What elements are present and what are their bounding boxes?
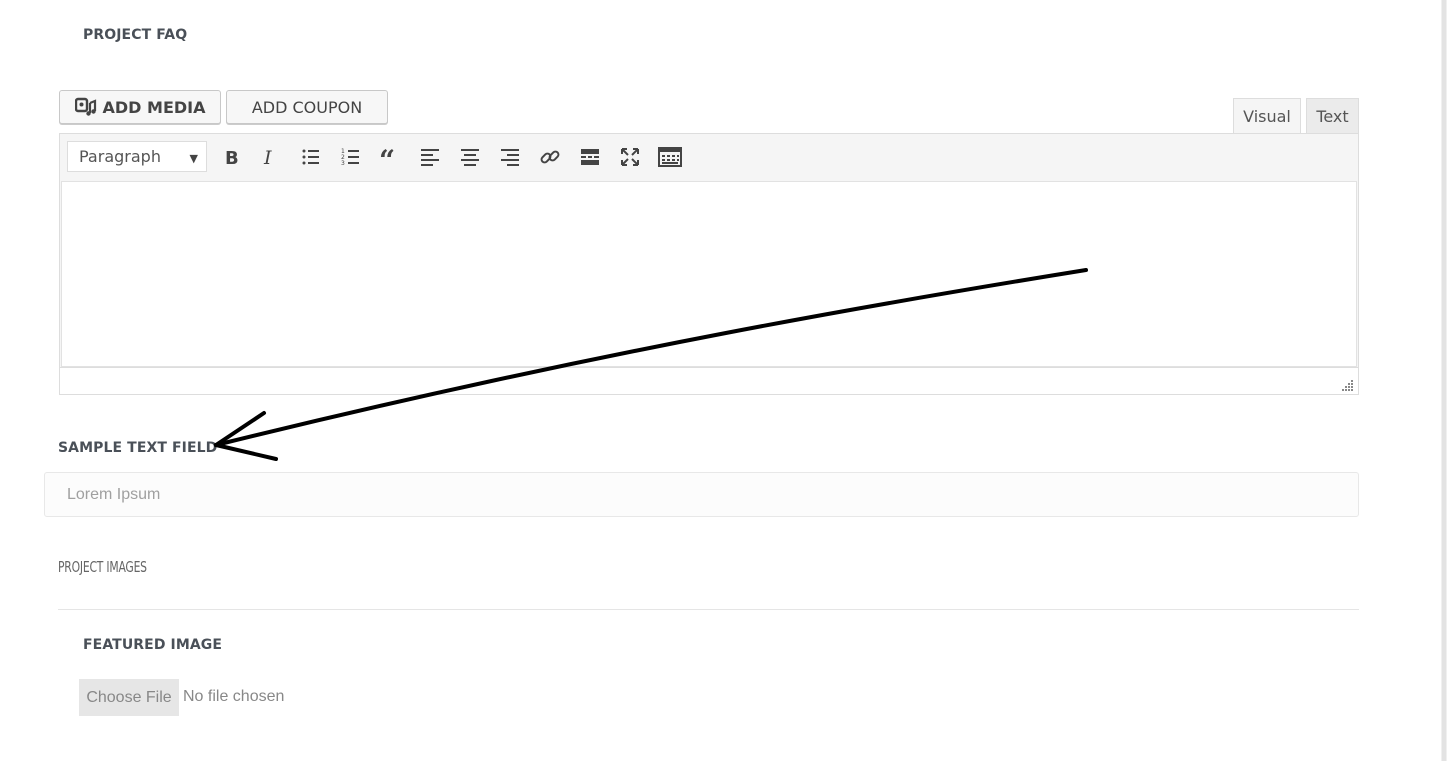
tab-text[interactable]: Text [1306, 98, 1359, 134]
italic-button[interactable]: I [257, 144, 283, 170]
align-left-button[interactable] [417, 144, 443, 170]
blockquote-button[interactable]: “ [377, 144, 403, 170]
sample-text-input[interactable] [44, 472, 1359, 517]
featured-image-heading: FEATURED IMAGE [83, 637, 223, 653]
svg-text:B: B [225, 148, 239, 167]
italic-icon: I [263, 147, 272, 167]
link-button[interactable] [537, 144, 563, 170]
page-scrollbar[interactable] [1441, 0, 1447, 761]
rich-text-editor: Paragraph ▼ B I 1 2 3 “ [59, 133, 1359, 395]
svg-text:“: “ [379, 147, 395, 167]
svg-text:3: 3 [341, 160, 345, 167]
file-status-text: No file chosen [183, 688, 285, 705]
numbered-list-button[interactable]: 1 2 3 [338, 144, 364, 170]
add-media-button[interactable]: ADD MEDIA [59, 90, 221, 124]
toolbar-toggle-button[interactable] [657, 144, 683, 170]
media-icon [74, 97, 96, 116]
fullscreen-icon [621, 148, 639, 166]
scrollbar-thumb[interactable] [1442, 0, 1446, 761]
blockquote-icon: “ [379, 147, 395, 167]
bullet-list-icon [302, 149, 319, 165]
align-right-button[interactable] [497, 144, 523, 170]
dropdown-arrow-icon: ▼ [189, 152, 198, 165]
svg-text:I: I [263, 147, 272, 167]
read-more-icon [581, 149, 599, 165]
toolbar-toggle-icon [658, 147, 682, 167]
link-icon [540, 150, 560, 164]
choose-file-button[interactable]: Choose File [79, 679, 179, 716]
add-media-label: ADD MEDIA [102, 97, 206, 117]
add-coupon-button[interactable]: ADD COUPON [226, 90, 388, 124]
read-more-button[interactable] [577, 144, 603, 170]
sample-text-field-label: SAMPLE TEXT FIELD [58, 440, 218, 456]
bold-button[interactable]: B [218, 144, 244, 170]
format-select-value: Paragraph [79, 147, 161, 166]
bold-icon: B [225, 148, 239, 167]
bullet-list-button[interactable] [298, 144, 324, 170]
project-images-heading: PROJECT IMAGES [58, 558, 147, 576]
project-faq-heading: PROJECT FAQ [83, 27, 188, 43]
align-center-icon [461, 149, 479, 166]
tab-visual[interactable]: Visual [1233, 98, 1301, 134]
align-center-button[interactable] [457, 144, 483, 170]
editor-toolbar: Paragraph ▼ B I 1 2 3 “ [60, 134, 1358, 181]
align-right-icon [501, 149, 519, 166]
align-left-icon [421, 149, 439, 166]
numbered-list-icon: 1 2 3 [341, 148, 359, 167]
resize-handle-icon[interactable] [1342, 379, 1354, 391]
section-divider [58, 609, 1359, 610]
format-select[interactable]: Paragraph ▼ [67, 141, 207, 172]
fullscreen-button[interactable] [617, 144, 643, 170]
editor-content-area[interactable] [61, 181, 1357, 367]
editor-status-bar [60, 367, 1358, 394]
